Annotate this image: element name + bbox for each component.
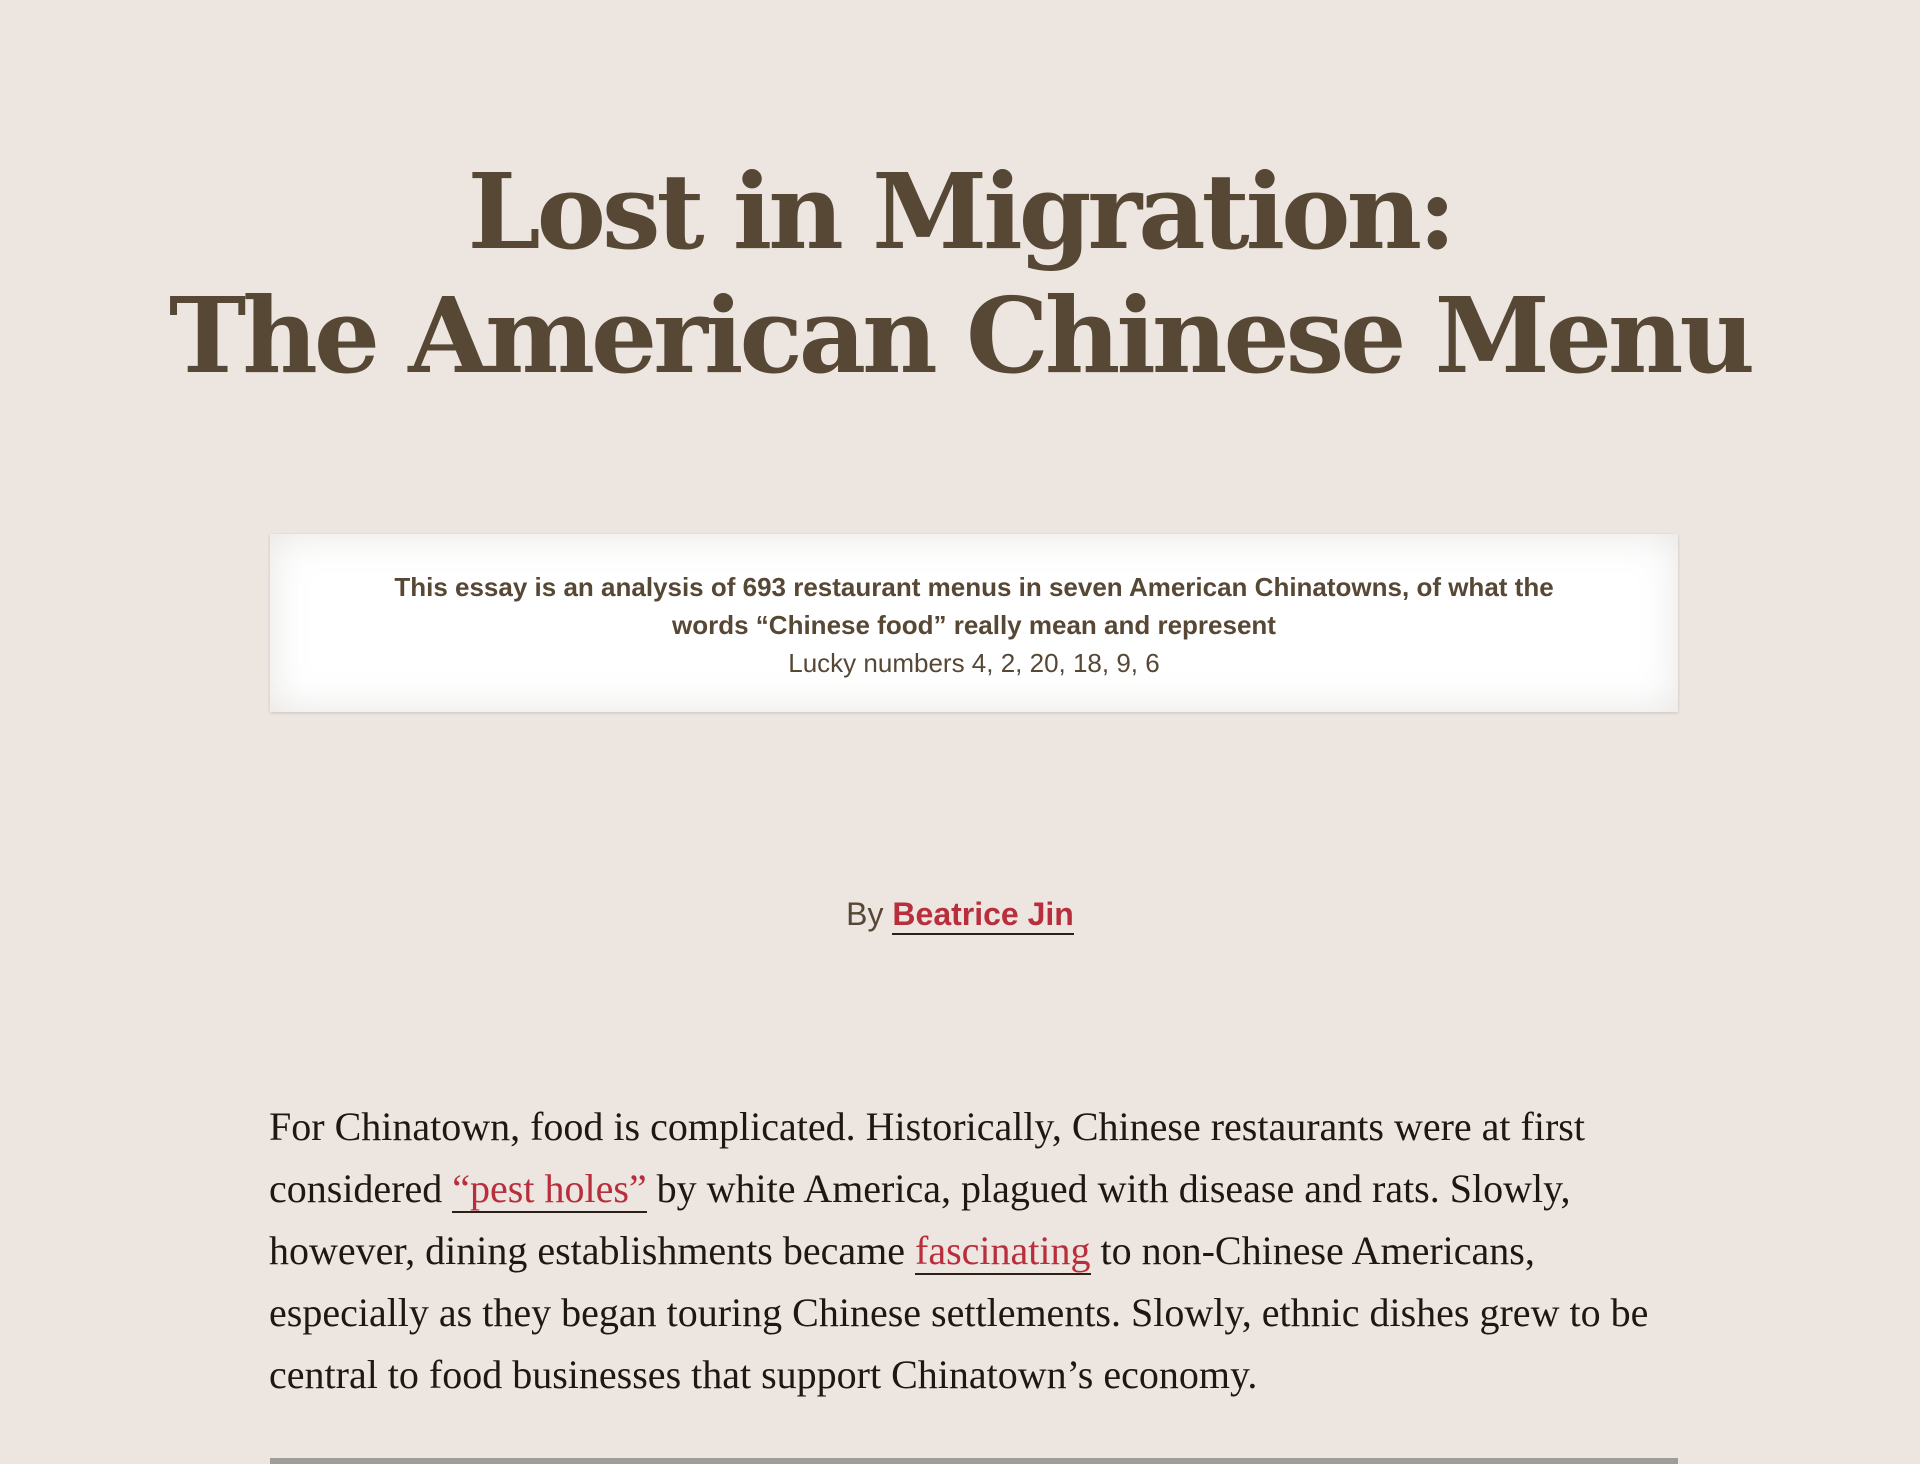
section-divider <box>270 1458 1678 1464</box>
fascinating-link[interactable]: fascinating <box>915 1228 1091 1275</box>
article-title: Lost in Migration: The American Chinese … <box>0 150 1920 398</box>
byline: By Beatrice Jin <box>0 892 1920 936</box>
article-page: Lost in Migration: The American Chinese … <box>0 0 1920 1464</box>
byline-prefix: By <box>846 896 893 932</box>
author-link[interactable]: Beatrice Jin <box>892 896 1074 935</box>
pest-holes-link[interactable]: “pest holes” <box>452 1166 647 1213</box>
summary-text: This essay is an analysis of 693 restaur… <box>394 572 1554 640</box>
article-title-line-2: The American Chinese Menu <box>168 274 1755 397</box>
lucky-numbers: Lucky numbers 4, 2, 20, 18, 9, 6 <box>788 648 1160 678</box>
article-title-line-1: Lost in Migration: <box>467 150 1456 273</box>
summary-box: This essay is an analysis of 693 restaur… <box>270 534 1678 712</box>
body-paragraph: For Chinatown, food is complicated. Hist… <box>269 1096 1681 1406</box>
